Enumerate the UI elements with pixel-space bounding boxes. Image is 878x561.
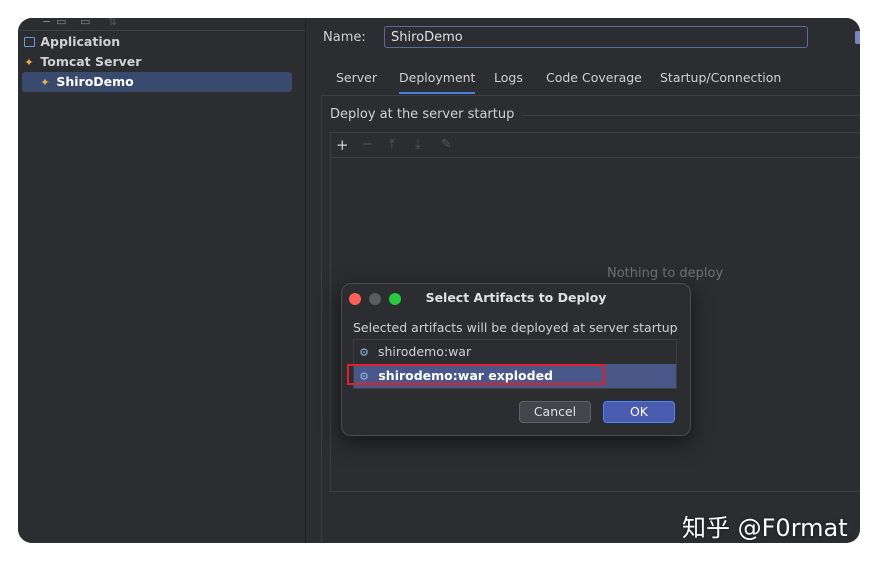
tab-deployment[interactable]: Deployment xyxy=(399,66,476,94)
list-item[interactable]: ⚙ shirodemo:war xyxy=(354,340,676,364)
tab-logs[interactable]: Logs xyxy=(494,66,523,94)
run-configurations-window: − ▭ ▭ ⇅ Application ✦ Tomcat Server ✦ Sh… xyxy=(18,18,860,543)
move-up-icon[interactable]: ⤒ xyxy=(389,135,395,155)
tab-code-coverage[interactable]: Code Coverage xyxy=(546,66,642,94)
tree-item-tomcat-server[interactable]: ✦ Tomcat Server xyxy=(22,52,302,72)
tree-item-label: Tomcat Server xyxy=(40,54,142,69)
remove-icon[interactable]: − xyxy=(362,135,373,155)
section-divider xyxy=(516,115,860,116)
section-title: Deploy at the server startup xyxy=(330,107,523,122)
dialog-description: Selected artifacts will be deployed at s… xyxy=(353,320,678,335)
tab-server[interactable]: Server xyxy=(336,66,377,94)
tomcat-icon: ✦ xyxy=(24,56,34,69)
add-icon[interactable]: + xyxy=(336,135,349,155)
store-as-project-checkbox[interactable] xyxy=(855,31,860,44)
select-artifacts-dialog: Select Artifacts to Deploy Selected arti… xyxy=(341,283,691,436)
configuration-tree: − ▭ ▭ ⇅ Application ✦ Tomcat Server ✦ Sh… xyxy=(18,18,306,543)
empty-state-text: Nothing to deploy xyxy=(607,266,724,281)
tree-item-application[interactable]: Application xyxy=(22,32,302,52)
name-label: Name: xyxy=(323,30,366,45)
artifact-label: shirodemo:war exploded xyxy=(378,368,554,383)
artifact-icon: ⚙ xyxy=(359,346,369,359)
deploy-toolbar: + − ⤒ ⤓ ✎ xyxy=(331,133,860,158)
tree-item-shirodemo[interactable]: ✦ ShiroDemo xyxy=(22,72,292,92)
artifact-list: ⚙ shirodemo:war ⚙ shirodemo:war exploded xyxy=(353,339,677,389)
copy-icon[interactable]: ▭ xyxy=(56,18,66,28)
tomcat-config-icon: ✦ xyxy=(40,76,50,89)
tab-startup-connection[interactable]: Startup/Connection xyxy=(660,66,781,94)
move-down-icon[interactable]: ⤓ xyxy=(415,135,421,155)
new-folder-icon[interactable]: ▭ xyxy=(80,18,90,28)
list-item[interactable]: ⚙ shirodemo:war exploded xyxy=(354,364,676,388)
name-input[interactable]: ShiroDemo xyxy=(384,26,808,48)
artifact-icon: ⚙ xyxy=(359,370,369,383)
add-icon[interactable]: − xyxy=(42,18,51,28)
tree-item-label: ShiroDemo xyxy=(56,74,134,89)
artifact-label: shirodemo:war xyxy=(377,344,472,359)
tree-toolbar: − ▭ ▭ ⇅ xyxy=(18,18,305,31)
tree-item-label: Application xyxy=(40,34,121,49)
application-icon xyxy=(22,33,36,53)
dialog-title: Select Artifacts to Deploy xyxy=(425,290,607,305)
cancel-button[interactable]: Cancel xyxy=(519,401,591,423)
edit-icon[interactable]: ✎ xyxy=(441,135,452,155)
sort-icon[interactable]: ⇅ xyxy=(108,18,117,28)
watermark: 知乎 @F0rmat xyxy=(682,514,848,542)
configuration-editor: Name: ShiroDemo Server Deployment Logs C… xyxy=(306,18,860,543)
ok-button[interactable]: OK xyxy=(603,401,675,423)
